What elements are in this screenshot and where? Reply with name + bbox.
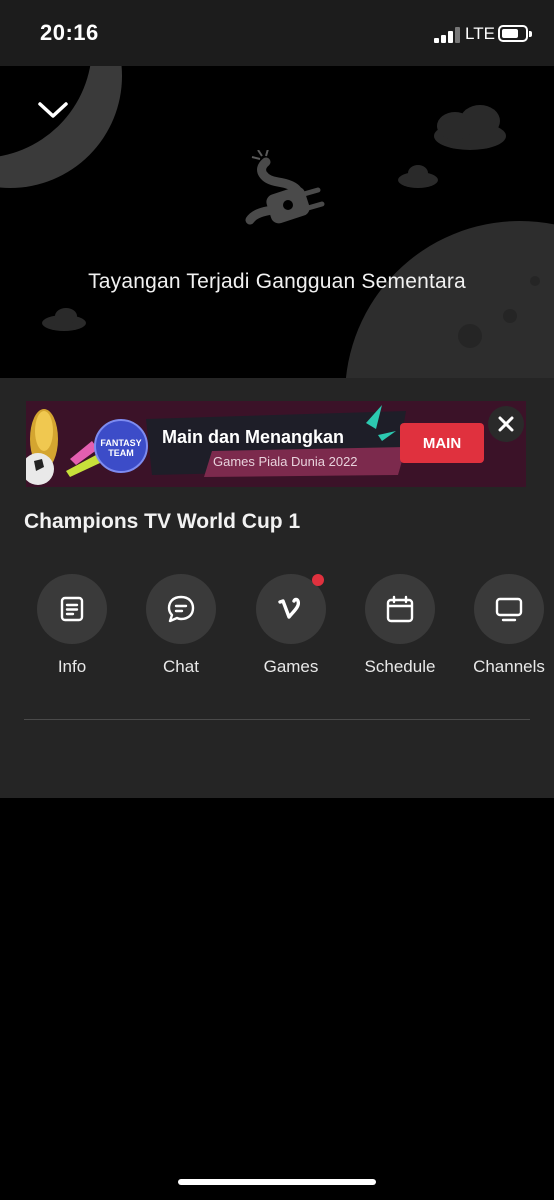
fantasy-brand-line2: TEAM (108, 448, 134, 458)
tv-icon (495, 597, 523, 622)
status-time: 20:16 (40, 20, 99, 45)
channels-button[interactable] (474, 574, 544, 644)
channel-title: Champions TV World Cup 1 (24, 510, 301, 533)
play-now-button[interactable]: MAIN (400, 423, 484, 463)
chat-button[interactable] (146, 574, 216, 644)
schedule-label: Schedule (364, 657, 436, 676)
banner-subtitle: Games Piala Dunia 2022 (213, 454, 358, 469)
home-indicator[interactable] (178, 1179, 376, 1185)
games-v-icon (278, 597, 301, 619)
video-player[interactable]: Tayangan Terjadi Gangguan Sementara (0, 66, 554, 378)
content-panel: FANTASY TEAM Main dan Menangkan Games Pi… (0, 378, 554, 798)
info-label: Info (57, 657, 87, 676)
fantasy-brand-line1: FANTASY (100, 438, 142, 448)
calendar-icon (386, 595, 414, 623)
info-tab[interactable]: Info (17, 574, 127, 677)
games-label: Games (263, 657, 319, 676)
promo-banner[interactable]: FANTASY TEAM Main dan Menangkan Games Pi… (26, 401, 526, 487)
chat-bubble-icon (167, 595, 195, 623)
schedule-tab[interactable]: Schedule (345, 574, 455, 677)
signal-strength-icon (434, 27, 460, 43)
close-banner-button[interactable] (488, 406, 524, 442)
unplugged-icon (245, 150, 325, 225)
battery-icon (498, 25, 532, 42)
document-icon (60, 596, 84, 622)
chat-label: Chat (163, 657, 199, 676)
fantasy-team-logo: FANTASY TEAM (94, 419, 148, 473)
status-bar: 20:16 LTE (0, 0, 554, 66)
info-button[interactable] (37, 574, 107, 644)
banner-title: Main dan Menangkan (162, 427, 345, 447)
action-bar: Info Chat Games Schedule Channels (0, 574, 554, 684)
channels-tab[interactable]: Channels (454, 574, 554, 677)
channels-label: Channels (473, 657, 545, 676)
games-button[interactable] (256, 574, 326, 644)
chevron-down-icon (38, 102, 68, 118)
collapse-player-button[interactable] (34, 96, 72, 126)
games-tab[interactable]: Games (236, 574, 346, 677)
network-type: LTE (465, 24, 495, 43)
schedule-button[interactable] (365, 574, 435, 644)
playback-error-message: Tayangan Terjadi Gangguan Sementara (88, 270, 466, 293)
notification-dot (312, 574, 324, 586)
close-icon (498, 416, 514, 432)
section-divider (24, 719, 530, 720)
chat-tab[interactable]: Chat (126, 574, 236, 677)
